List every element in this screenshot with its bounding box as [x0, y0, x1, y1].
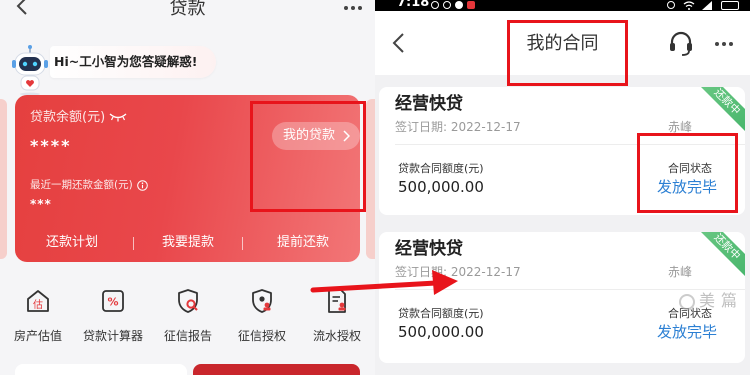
wifi-icon: [683, 1, 695, 10]
contract-amount-label: 贷款合同额度(元): [398, 307, 484, 320]
recent-payment-value: ***: [30, 197, 52, 211]
credit-report-icon: [178, 289, 198, 313]
service-loan-calculator[interactable]: % 贷款计算器: [76, 285, 150, 345]
app-badge-icon: [467, 1, 475, 9]
more-dots-icon[interactable]: [344, 6, 362, 10]
statement-authorization-icon: [328, 289, 346, 313]
service-label: 房产估值: [13, 329, 62, 343]
service-statement-authorization[interactable]: 流水授权: [300, 285, 374, 345]
repayment-plan-button[interactable]: 还款计划: [27, 232, 117, 254]
eye-closed-icon[interactable]: [109, 112, 127, 122]
app-notification-icon: [455, 1, 463, 9]
loan-calculator-glyph: %: [107, 296, 118, 309]
service-house-valuation[interactable]: 估 房产估值: [1, 285, 75, 345]
headset-icon[interactable]: [667, 29, 695, 57]
status-bar: 7:18: [375, 0, 750, 11]
bottom-card-partial: [15, 364, 187, 375]
watermark-text: 美篇: [699, 291, 744, 310]
contract-product: 经营快贷: [395, 239, 463, 259]
recent-payment-label: 最近一期还款金额(元): [30, 179, 133, 191]
service-label: 征信授权: [237, 329, 286, 343]
bottom-banner-partial: [193, 364, 360, 375]
action-divider: [242, 237, 243, 250]
signal-icon: [702, 1, 712, 10]
credit-authorization-icon: [252, 289, 272, 313]
status-ribbon-label: 还款中: [711, 232, 743, 263]
contract-amount: 500,000.00: [398, 178, 484, 196]
early-repayment-button[interactable]: 提前还款: [258, 232, 348, 254]
assistant-greeting-bubble[interactable]: Hi~工小智为您答疑解惑!: [50, 46, 216, 78]
watermark-logo-icon: [679, 294, 695, 310]
annotation-box-status: [637, 133, 738, 213]
service-label: 流水授权: [312, 329, 361, 343]
contract-product: 经营快贷: [395, 94, 463, 114]
carousel-next-card: [366, 99, 375, 259]
loan-calculator-icon: %: [102, 290, 124, 312]
service-label: 征信报告: [163, 329, 212, 343]
action-divider: [133, 237, 134, 250]
contract-amount: 500,000.00: [398, 323, 484, 341]
contracts-page-panel: 7:18 我的合同 经营快贷 签订日期: 2022-12-17 赤峰 贷款合同额…: [375, 0, 750, 375]
info-icon[interactable]: [137, 180, 148, 191]
status-ribbon-label: 还款中: [711, 87, 743, 118]
annotation-box-title: [507, 20, 628, 86]
balance-label: 贷款余额(元): [30, 110, 106, 125]
contract-status: 发放完毕: [657, 323, 718, 341]
balance-value: ****: [30, 136, 72, 155]
house-valuation-icon: 估: [27, 290, 49, 312]
battery-icon: [721, 1, 739, 10]
carousel-prev-card: [0, 99, 7, 259]
status-bar-time: 7:18: [397, 0, 430, 10]
house-valuation-glyph: 估: [33, 298, 43, 311]
annotation-box-my-loans: [250, 101, 366, 212]
loan-page-panel: 贷款 Hi~工小智为您答疑解惑! 贷款余额(元) **** 最近一期还款金额(元…: [0, 0, 375, 375]
more-dots-icon[interactable]: [715, 42, 733, 46]
contract-sign-date: 签订日期: 2022-12-17: [395, 120, 521, 134]
status-ribbon: 还款中: [689, 232, 745, 288]
service-label: 贷款计算器: [82, 329, 143, 343]
robot-avatar-icon[interactable]: [10, 44, 50, 96]
contract-sign-date: 签订日期: 2022-12-17: [395, 265, 521, 279]
page-title: 贷款: [169, 0, 206, 19]
contract-amount-label: 贷款合同额度(元): [398, 162, 484, 175]
service-credit-report[interactable]: 征信报告: [151, 285, 225, 345]
alarm-icon: [667, 1, 675, 9]
service-credit-authorization[interactable]: 征信授权: [225, 285, 299, 345]
notification-icon: [443, 1, 451, 9]
card-divider: [395, 289, 745, 290]
withdraw-button[interactable]: 我要提款: [143, 232, 233, 254]
settings-icon: [431, 1, 439, 9]
